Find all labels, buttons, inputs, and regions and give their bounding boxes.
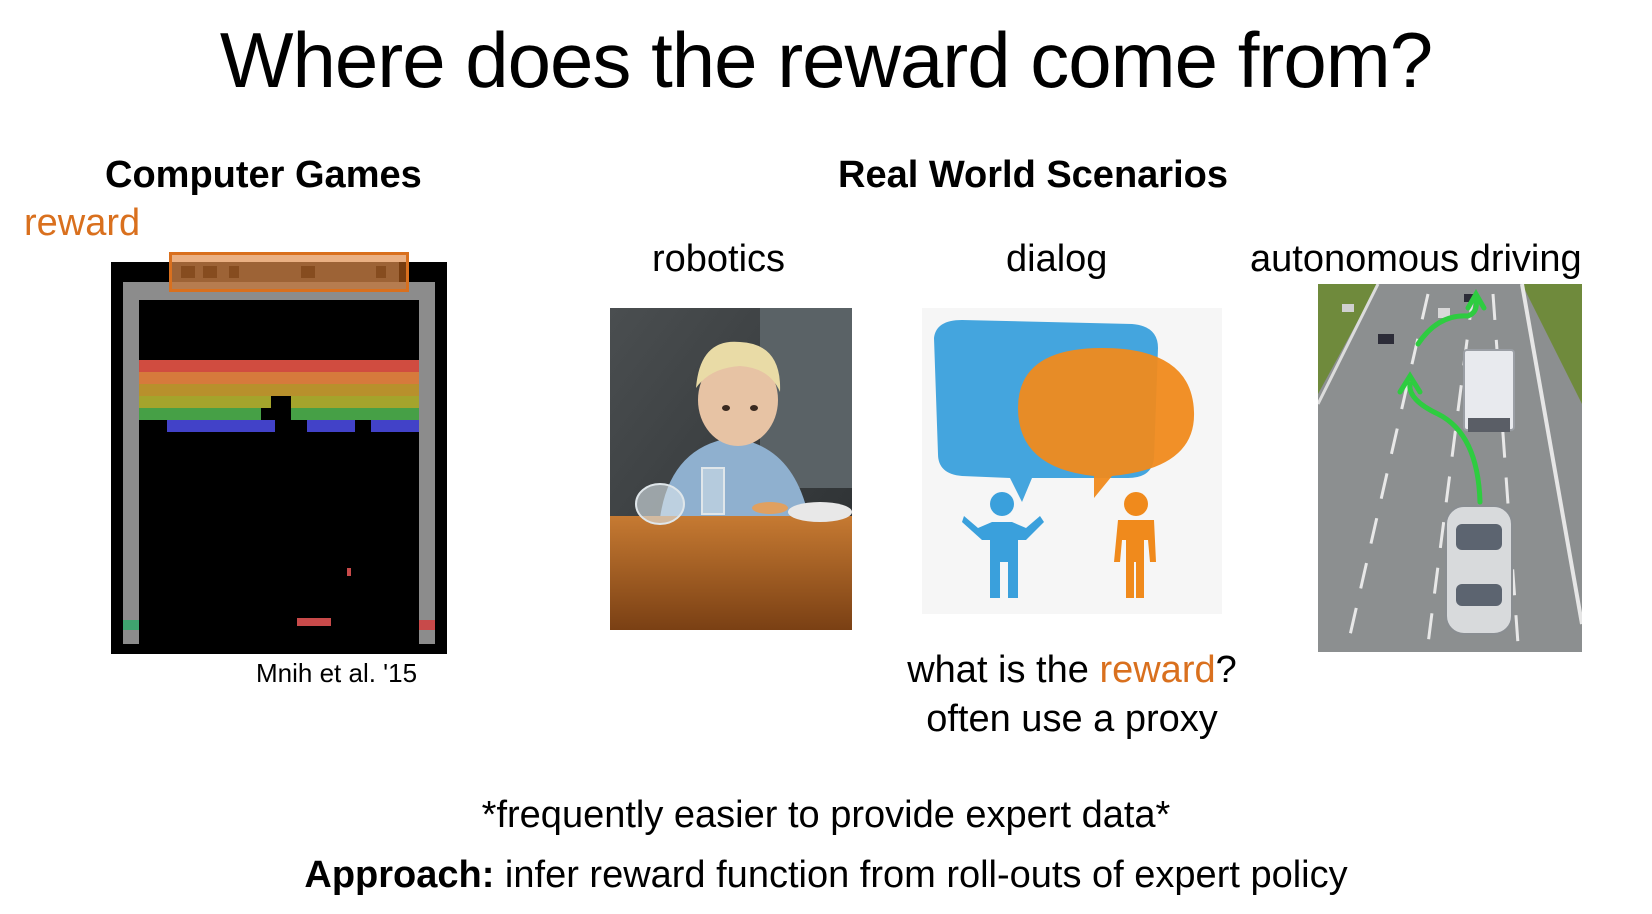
reward-highlight-box xyxy=(169,252,409,292)
citation: Mnih et al. '15 xyxy=(256,658,418,688)
question-line: what is the reward? xyxy=(722,646,1422,695)
robotics-photo xyxy=(610,308,852,630)
breakout-game-screenshot xyxy=(111,262,447,654)
question-highlight: reward xyxy=(1099,649,1216,691)
reward-label: reward xyxy=(24,202,141,244)
dialog-label: dialog xyxy=(1006,238,1108,280)
question-prefix: what is the xyxy=(907,649,1100,691)
proxy-note: often use a proxy xyxy=(926,698,1218,741)
approach-text: infer reward function from roll-outs of … xyxy=(494,854,1348,896)
computer-games-heading: Computer Games xyxy=(105,154,422,196)
autonomous-driving-photo xyxy=(1318,284,1582,652)
real-world-heading: Real World Scenarios xyxy=(838,154,1228,196)
robotics-label: robotics xyxy=(652,238,786,280)
autonomous-driving-label: autonomous driving xyxy=(1250,238,1582,280)
question-suffix: ? xyxy=(1215,649,1237,691)
slide-title: Where does the reward come from? xyxy=(219,16,1433,104)
reward-question: what is the reward? often use a proxy xyxy=(722,646,1422,745)
footer-note: *frequently easier to provide expert dat… xyxy=(481,794,1171,836)
dialog-illustration xyxy=(922,308,1222,614)
approach-label: Approach: xyxy=(304,854,495,896)
approach-line: Approach: infer reward function from rol… xyxy=(0,856,1652,894)
